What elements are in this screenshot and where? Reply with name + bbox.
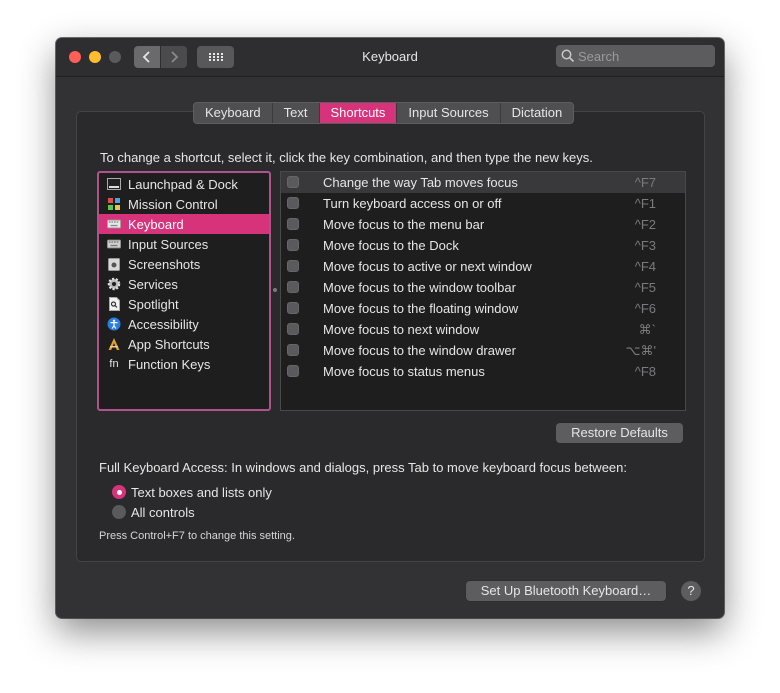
shortcut-checkbox[interactable] (287, 176, 299, 188)
category-item[interactable]: Screenshots (99, 254, 269, 274)
table-row[interactable]: Change the way Tab moves focus ^F7 (281, 172, 685, 193)
table-row[interactable]: Move focus to the floating window ^F6 (281, 298, 685, 319)
shortcut-checkbox[interactable] (287, 218, 299, 230)
radio-all-controls[interactable]: All controls (112, 503, 195, 521)
radio-unselected-icon (112, 505, 126, 519)
category-item[interactable]: Accessibility (99, 314, 269, 334)
category-item[interactable]: Launchpad & Dock (99, 174, 269, 194)
tab-dictation[interactable]: Dictation (501, 103, 574, 123)
table-row[interactable]: Move focus to the menu bar ^F2 (281, 214, 685, 235)
split-view-resize-handle[interactable] (273, 288, 277, 292)
table-row[interactable]: Move focus to the window drawer ⌥⌘' (281, 340, 685, 361)
keyboard-preferences-window: Keyboard Keyboard Text Shortcuts Input S… (56, 38, 724, 618)
shortcut-key[interactable]: ^F4 (635, 259, 656, 274)
shortcut-checkbox[interactable] (287, 260, 299, 272)
shortcut-key[interactable]: ^F6 (635, 301, 656, 316)
shortcut-checkbox[interactable] (287, 281, 299, 293)
table-row[interactable]: Move focus to the window toolbar ^F5 (281, 277, 685, 298)
search-field[interactable] (556, 45, 715, 67)
tab-input-sources[interactable]: Input Sources (397, 103, 501, 123)
accessibility-icon (107, 317, 121, 331)
full-keyboard-access-label: Full Keyboard Access: In windows and dia… (99, 460, 627, 475)
shortcut-key[interactable]: ^F8 (635, 364, 656, 379)
instructions-text: To change a shortcut, select it, click t… (100, 150, 593, 165)
category-item[interactable]: Keyboard (99, 214, 269, 234)
category-item[interactable]: App Shortcuts (99, 334, 269, 354)
tab-text[interactable]: Text (273, 103, 320, 123)
category-list[interactable]: Launchpad & Dock Mission Control Keyboar… (97, 171, 271, 411)
shortcuts-panel: To change a shortcut, select it, click t… (76, 111, 705, 562)
radio-selected-icon (112, 485, 126, 499)
shortcut-checkbox[interactable] (287, 302, 299, 314)
category-item[interactable]: Mission Control (99, 194, 269, 214)
category-item[interactable]: fn Function Keys (99, 354, 269, 374)
shortcut-checkbox[interactable] (287, 197, 299, 209)
shortcut-list[interactable]: Change the way Tab moves focus ^F7 Turn … (280, 171, 686, 411)
tab-keyboard[interactable]: Keyboard (194, 103, 273, 123)
spotlight-icon (107, 297, 121, 311)
shortcut-key[interactable]: ^F3 (635, 238, 656, 253)
shortcut-checkbox[interactable] (287, 344, 299, 356)
mission-control-icon (107, 197, 121, 211)
table-row[interactable]: Move focus to active or next window ^F4 (281, 256, 685, 277)
category-item[interactable]: Input Sources (99, 234, 269, 254)
shortcut-key[interactable]: ^F5 (635, 280, 656, 295)
launchpad-dock-icon (107, 177, 121, 191)
gear-icon (107, 277, 121, 291)
shortcut-key[interactable]: ^F1 (635, 196, 656, 211)
keyboard-access-hint: Press Control+F7 to change this setting. (99, 530, 295, 542)
shortcut-key[interactable]: ⌘` (639, 322, 656, 338)
search-input[interactable] (578, 47, 708, 65)
tab-shortcuts[interactable]: Shortcuts (319, 103, 398, 123)
shortcut-key[interactable]: ^F2 (635, 217, 656, 232)
restore-defaults-button[interactable]: Restore Defaults (556, 423, 683, 443)
category-item[interactable]: Spotlight (99, 294, 269, 314)
fn-icon: fn (109, 358, 119, 370)
shortcut-checkbox[interactable] (287, 239, 299, 251)
shortcut-key[interactable]: ⌥⌘' (626, 343, 656, 359)
search-icon (561, 49, 575, 63)
table-row[interactable]: Move focus to next window ⌘` (281, 319, 685, 340)
keyboard-icon (107, 217, 121, 231)
tab-bar: Keyboard Text Shortcuts Input Sources Di… (193, 102, 575, 124)
category-item[interactable]: Services (99, 274, 269, 294)
radio-text-boxes-lists[interactable]: Text boxes and lists only (112, 483, 272, 501)
table-row[interactable]: Move focus to status menus ^F8 (281, 361, 685, 382)
table-row[interactable]: Move focus to the Dock ^F3 (281, 235, 685, 256)
screenshots-icon (107, 257, 121, 271)
shortcut-key[interactable]: ^F7 (635, 175, 656, 190)
help-button[interactable]: ? (681, 581, 701, 601)
shortcut-checkbox[interactable] (287, 365, 299, 377)
shortcut-checkbox[interactable] (287, 323, 299, 335)
app-shortcuts-icon (107, 337, 121, 351)
setup-bluetooth-keyboard-button[interactable]: Set Up Bluetooth Keyboard… (466, 581, 666, 601)
table-row[interactable]: Turn keyboard access on or off ^F1 (281, 193, 685, 214)
input-sources-icon (107, 237, 121, 251)
title-bar: Keyboard (56, 38, 724, 77)
